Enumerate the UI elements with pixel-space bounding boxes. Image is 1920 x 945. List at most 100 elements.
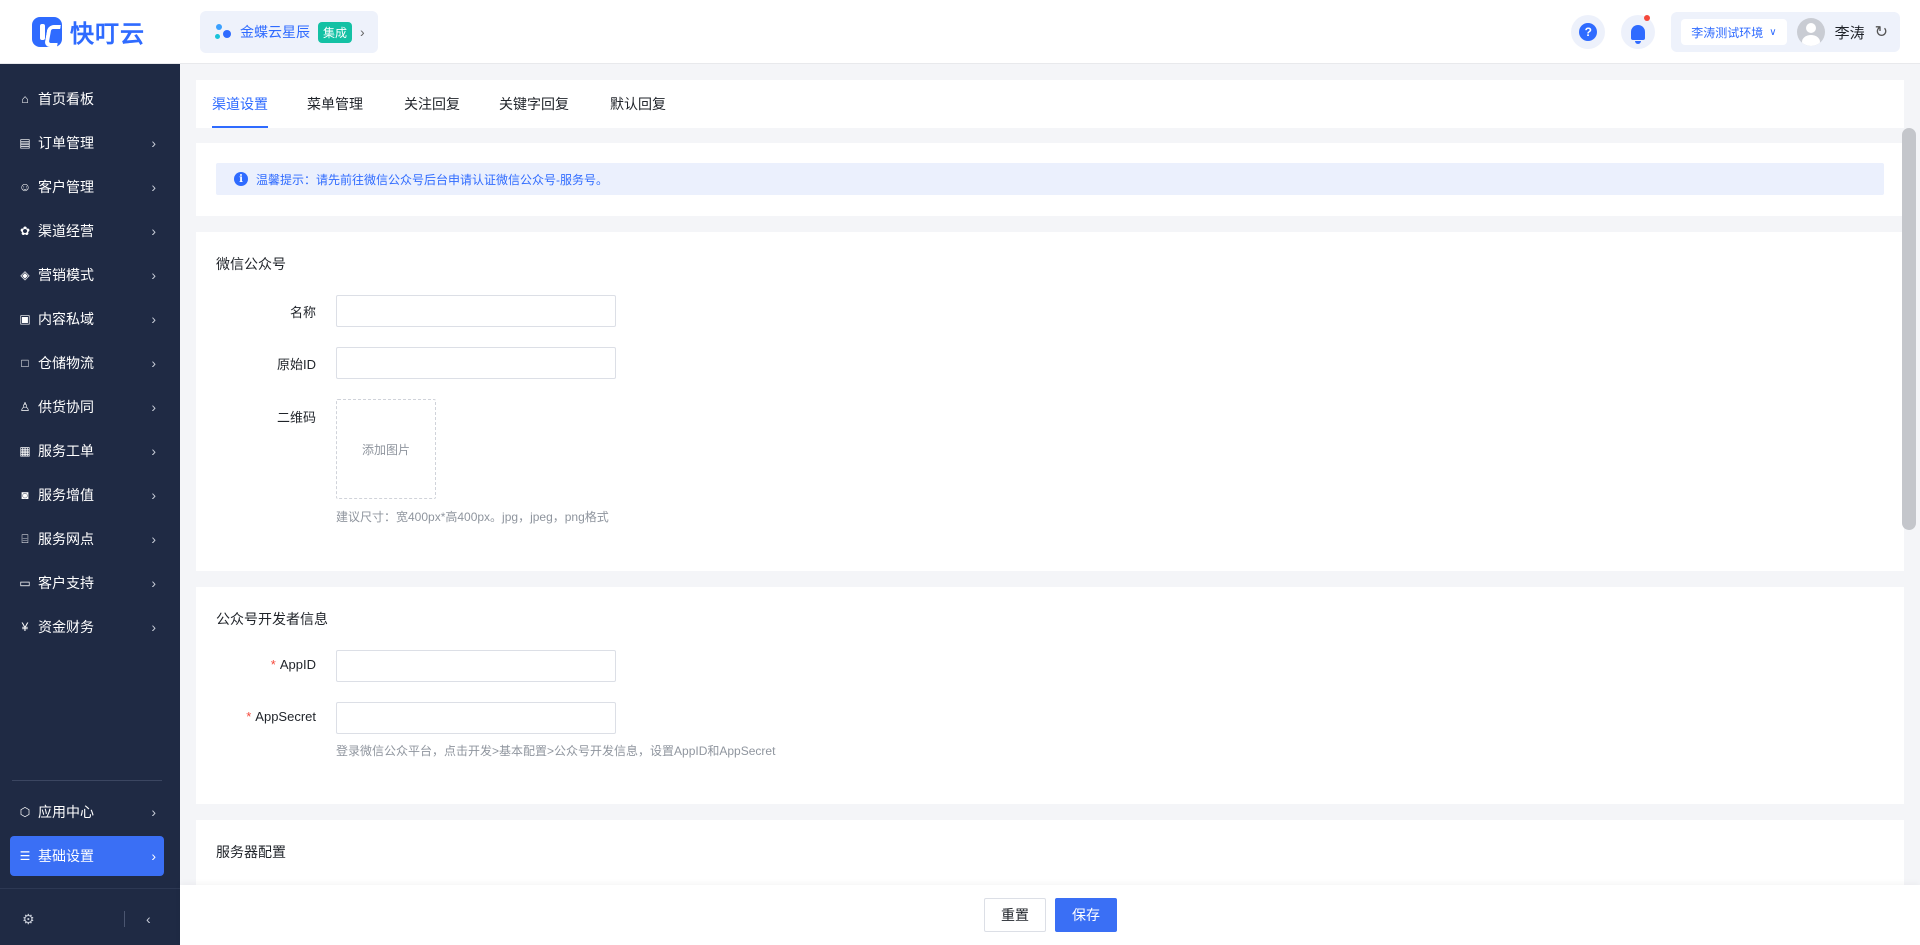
save-button[interactable]: 保存	[1055, 898, 1117, 932]
notification-button[interactable]	[1621, 15, 1656, 49]
box-icon: □	[21, 356, 29, 370]
refresh-icon[interactable]: ↻	[1875, 22, 1888, 42]
sidebar-item-support[interactable]: ▭ 客户支持 ›	[10, 563, 164, 603]
chevron-right-icon: ›	[151, 531, 156, 547]
name-label: 名称	[289, 305, 316, 320]
sidebar-item-label: 供货协同	[38, 399, 94, 415]
user-name[interactable]: 李涛	[1835, 22, 1865, 43]
chevron-right-icon: ›	[151, 311, 156, 327]
channel-icon: ✿	[19, 224, 31, 238]
qrcode-label: 二维码	[276, 410, 316, 425]
appsecret-label-text: AppSecret	[255, 709, 316, 724]
footer-bar: 重置 保存	[180, 885, 1920, 945]
section-title: 微信公众号	[216, 256, 286, 272]
bell-icon	[1631, 24, 1646, 44]
environment-select[interactable]: 李涛测试环境 ∨	[1681, 19, 1787, 45]
header-actions: ? 李涛测试环境 ∨ 李涛 ↻	[1571, 12, 1900, 52]
sidebar-item-label: 营销模式	[38, 267, 94, 283]
help-icon: ?	[1579, 23, 1598, 41]
supply-icon: ♙	[19, 400, 31, 414]
chevron-right-icon: ›	[151, 355, 156, 371]
clipboard-icon: ▤	[19, 136, 31, 150]
appsecret-input[interactable]	[336, 702, 616, 734]
sidebar-item-label: 应用中心	[38, 804, 94, 820]
upload-text: 添加图片	[361, 442, 410, 457]
scrollbar[interactable]	[1902, 128, 1916, 530]
help-button[interactable]: ?	[1571, 15, 1606, 49]
tab-menu-management[interactable]: 菜单管理	[307, 94, 363, 128]
origin-id-label: 原始ID	[276, 357, 316, 372]
qrcode-upload[interactable]: 添加图片	[336, 399, 436, 499]
sliders-icon: ☰	[19, 849, 31, 863]
logo-icon	[32, 16, 62, 47]
chevron-right-icon: ›	[151, 487, 156, 503]
sidebar-item-dashboard[interactable]: ⌂ 首页看板	[10, 79, 164, 119]
sidebar-item-orders[interactable]: ▤ 订单管理 ›	[10, 123, 164, 163]
sidebar-item-app-center[interactable]: ⬡ 应用中心 ›	[10, 792, 164, 832]
sidebar-item-warehouse[interactable]: □ 仓储物流 ›	[10, 343, 164, 383]
tab-channel-settings[interactable]: 渠道设置	[212, 94, 268, 128]
sidebar-item-marketing[interactable]: ◈ 营销模式 ›	[10, 255, 164, 295]
sidebar: ⌂ 首页看板 ▤ 订单管理 › ☺ 客户管理 › ✿ 渠道经营 › ◈ 营销模式…	[0, 64, 180, 945]
tab-default-reply[interactable]: 默认回复	[610, 94, 666, 128]
chevron-right-icon: ›	[151, 179, 156, 195]
sidebar-item-label: 仓储物流	[38, 355, 94, 371]
sidebar-item-service-tickets[interactable]: ▦ 服务工单 ›	[10, 431, 164, 471]
sidebar-bottom-divider	[0, 888, 180, 889]
chevron-down-icon: ∨	[1769, 26, 1777, 38]
logo-text: 快叮云	[70, 21, 145, 48]
sidebar-item-finance[interactable]: ¥ 资金财务 ›	[10, 607, 164, 647]
tip-text: 温馨提示：请先前往微信公众号后台申请认证微信公众号-服务号。	[256, 172, 608, 187]
logo[interactable]: 快叮云	[32, 14, 145, 49]
image-icon: ▣	[19, 312, 31, 326]
brand-switcher[interactable]: 金蝶云星辰 集成 ›	[200, 11, 378, 53]
origin-id-input[interactable]	[336, 347, 616, 379]
ticket-icon: ▦	[19, 444, 31, 458]
yuan-icon: ¥	[21, 620, 29, 634]
chevron-right-icon: ›	[151, 575, 156, 591]
store-icon: ⌸	[21, 531, 29, 546]
chevron-right-icon: ›	[151, 135, 156, 151]
brand-name: 金蝶云星辰	[240, 24, 310, 40]
appid-label-text: AppID	[279, 657, 316, 672]
sidebar-item-channels[interactable]: ✿ 渠道经营 ›	[10, 211, 164, 251]
avatar[interactable]	[1796, 18, 1825, 46]
sidebar-item-value-added[interactable]: ◙ 服务增值 ›	[10, 475, 164, 515]
sidebar-item-label: 基础设置	[38, 848, 94, 864]
separator	[124, 911, 125, 927]
sidebar-item-basic-settings[interactable]: ☰ 基础设置 ›	[10, 836, 164, 876]
environment-label: 李涛测试环境	[1691, 25, 1764, 40]
sidebar-item-label: 客户支持	[38, 575, 94, 591]
support-icon: ▭	[19, 576, 31, 590]
sidebar-item-customers[interactable]: ☺ 客户管理 ›	[10, 167, 164, 207]
chevron-right-icon: ›	[360, 24, 365, 40]
user-icon: ☺	[18, 180, 32, 194]
chevron-right-icon: ›	[151, 443, 156, 459]
developer-info-card: 公众号开发者信息 * AppID * AppSecret 登录微信公众平台，点击开发…	[196, 587, 1904, 804]
chevron-right-icon: ›	[151, 223, 156, 239]
top-bar: 快叮云 金蝶云星辰 集成 › ? 李涛测试环境 ∨ 李涛 ↻	[0, 0, 1920, 64]
chevron-right-icon: ›	[151, 399, 156, 415]
appid-label: * AppID	[196, 657, 316, 672]
required-mark: *	[270, 657, 276, 672]
sidebar-item-label: 服务工单	[38, 443, 94, 459]
gear-icon[interactable]: ⚙	[22, 911, 35, 928]
sidebar-item-supply[interactable]: ♙ 供货协同 ›	[10, 387, 164, 427]
sidebar-item-service-points[interactable]: ⌸ 服务网点 ›	[10, 519, 164, 559]
chevron-right-icon: ›	[151, 848, 156, 864]
appid-input[interactable]	[336, 650, 616, 682]
chevron-right-icon: ›	[151, 267, 156, 283]
sidebar-footer: ⚙ ‹	[0, 906, 180, 932]
sidebar-item-content[interactable]: ▣ 内容私域 ›	[10, 299, 164, 339]
required-mark: *	[246, 709, 252, 724]
tab-follow-reply[interactable]: 关注回复	[404, 94, 460, 128]
sidebar-divider	[12, 780, 162, 781]
upload-hint: 建议尺寸：宽400px*高400px。jpg，jpeg，png格式	[336, 510, 609, 524]
name-input[interactable]	[336, 295, 616, 327]
server-config-card: 服务器配置	[196, 820, 1904, 890]
info-icon: i	[234, 172, 248, 186]
reset-button[interactable]: 重置	[984, 898, 1046, 932]
tab-keyword-reply[interactable]: 关键字回复	[499, 94, 569, 128]
cube-icon: ⬡	[19, 805, 31, 819]
collapse-sidebar-icon[interactable]: ‹	[146, 911, 151, 927]
